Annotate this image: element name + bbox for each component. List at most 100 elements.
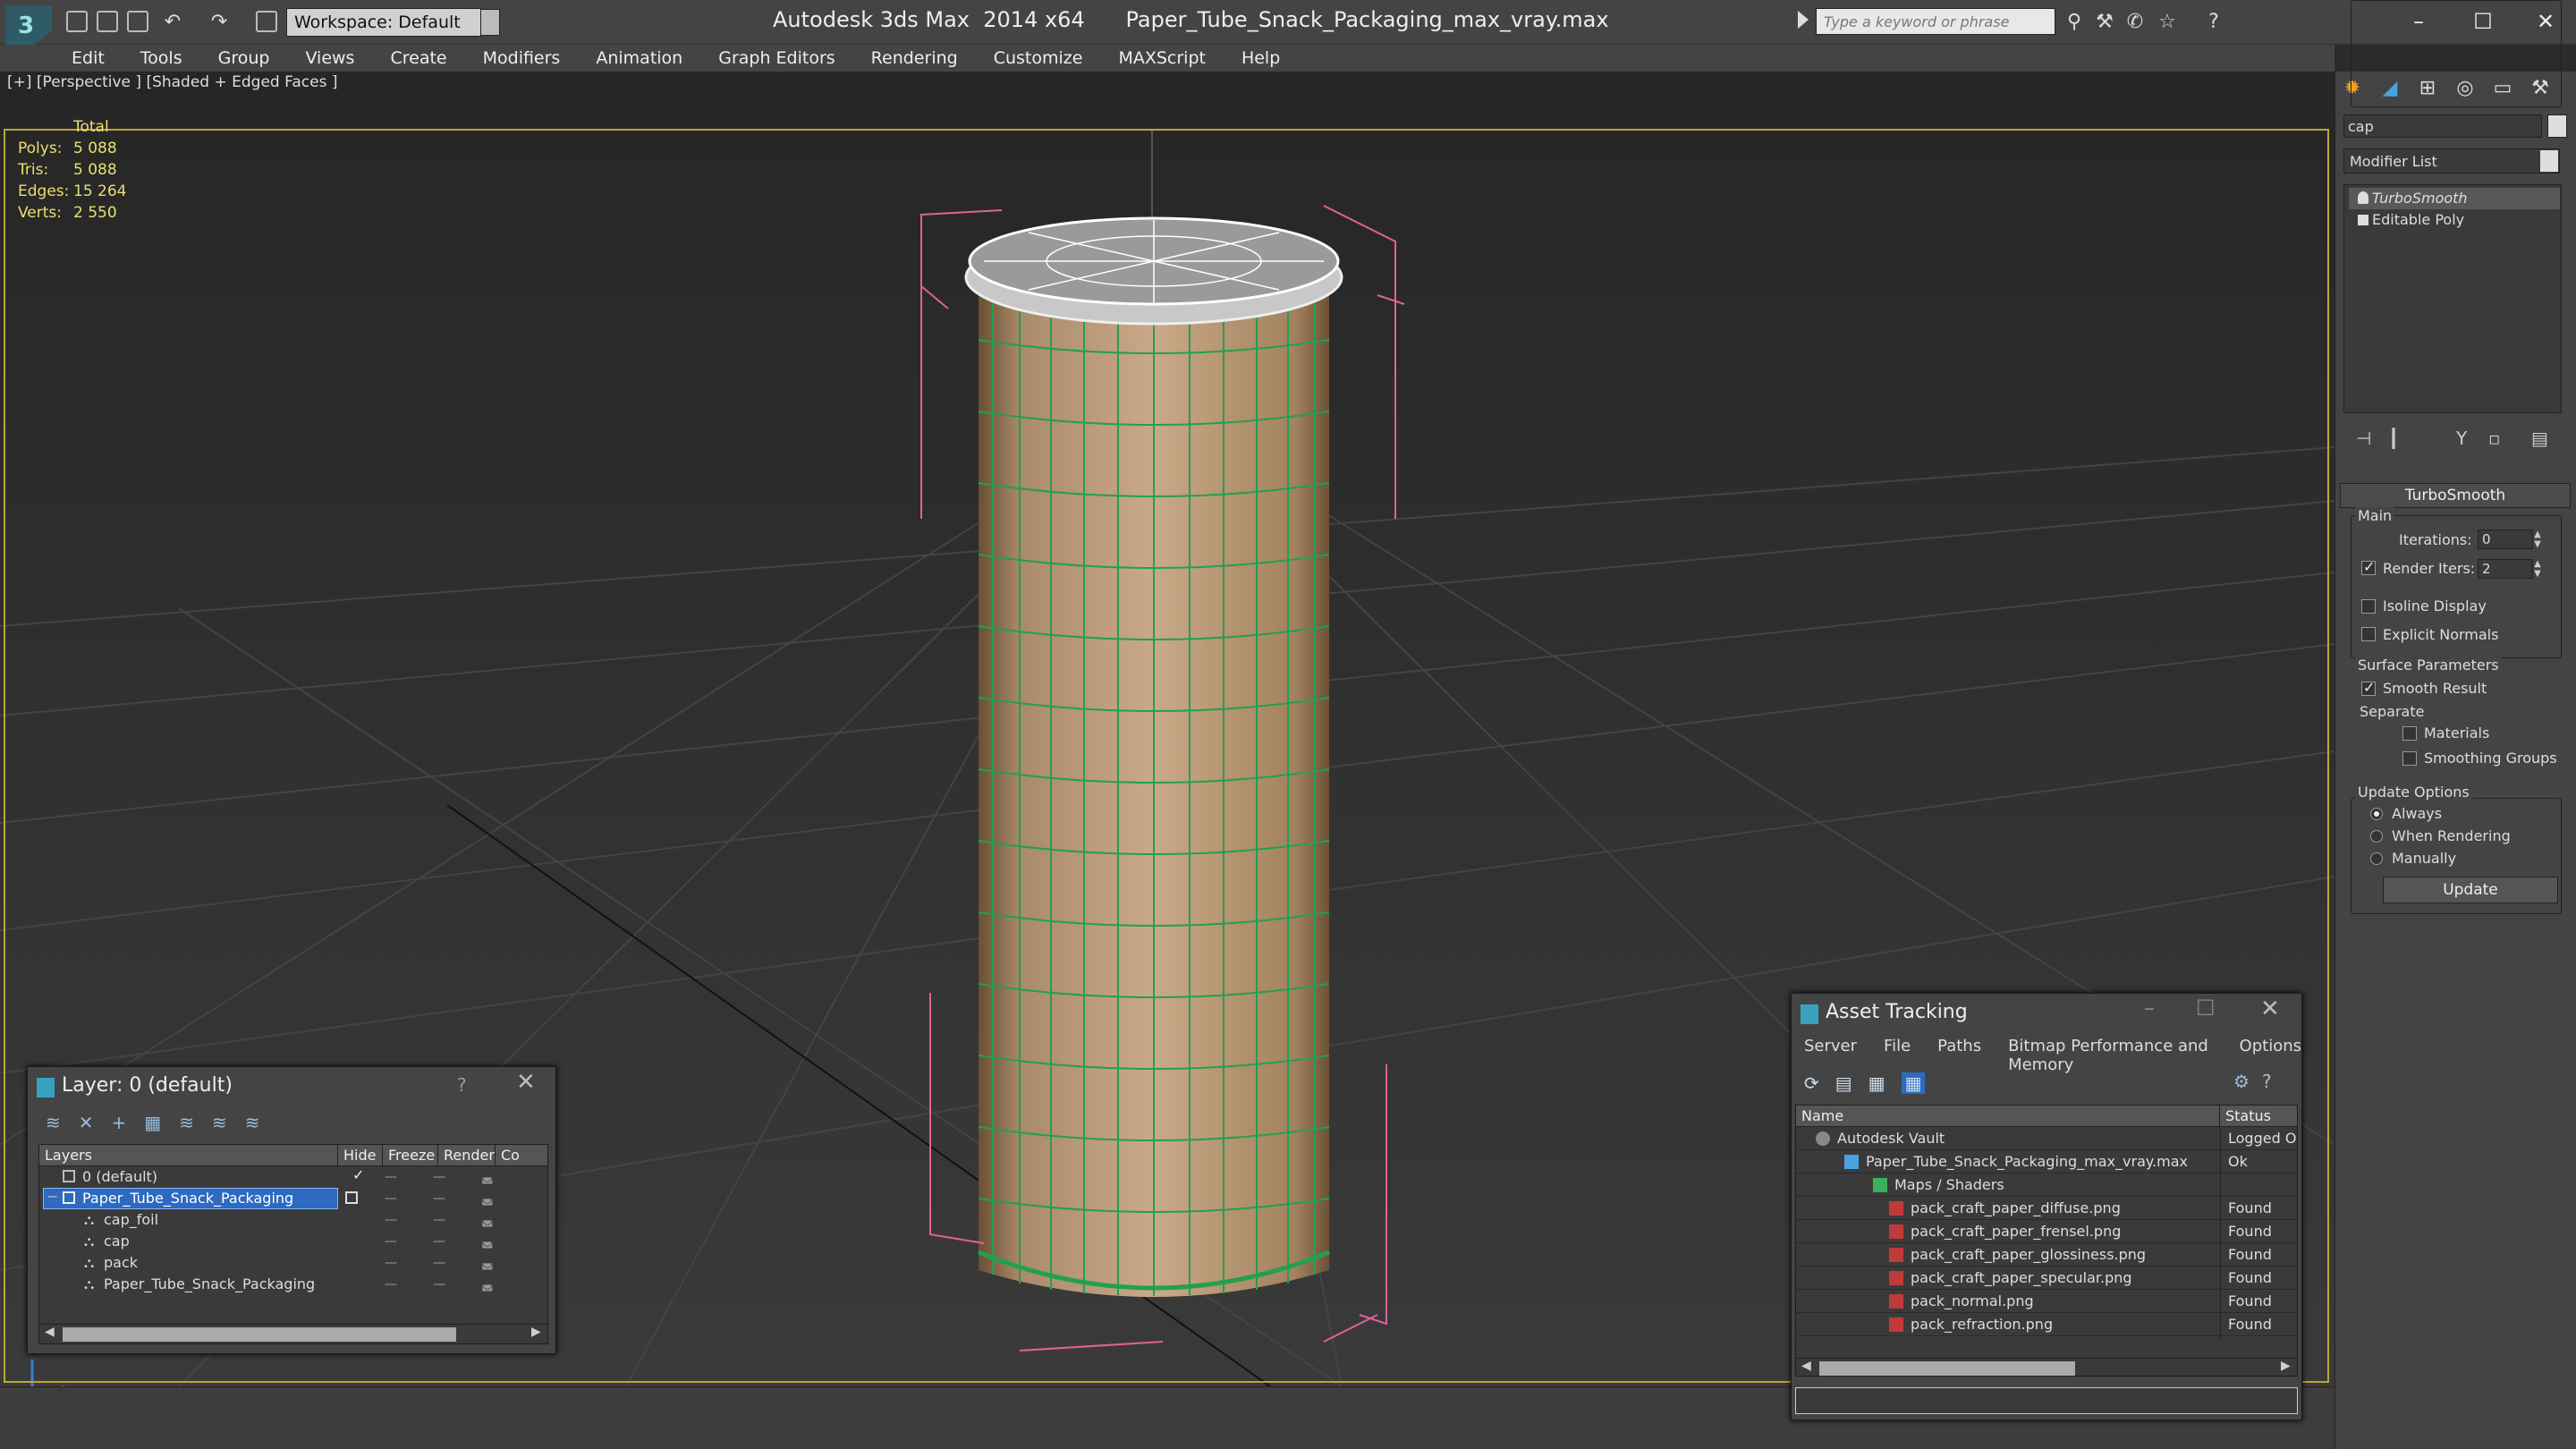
viewport-label[interactable]: [+] [Perspective ] [Shaded + Edged Faces… [7,73,337,91]
favorites-star-icon[interactable]: ☆ [2156,11,2179,34]
active-layer-check-icon[interactable]: ✓ [352,1166,364,1183]
asset-row[interactable]: pack_refraction.png Found [1796,1313,2297,1339]
help-icon[interactable]: ? [457,1074,467,1096]
column-name[interactable]: Name [1796,1106,2220,1127]
make-unique-icon[interactable]: Y [2456,428,2467,449]
column-hide[interactable]: Hide [338,1145,383,1166]
freeze-all-icon[interactable]: ≋ [245,1112,260,1139]
menu-graph-editors[interactable]: Graph Editors [718,48,835,68]
stack-item-turbosmooth[interactable]: TurboSmooth [2349,188,2560,209]
chevron-right-icon[interactable]: ▶ [531,1325,541,1339]
render-iters-checkbox[interactable] [2361,558,2376,575]
table-view-icon[interactable]: ▦ [1901,1072,1926,1094]
explicit-normals-checkbox[interactable] [2361,627,2376,641]
asset-row[interactable]: pack_craft_paper_specular.png Found [1796,1267,2297,1292]
asset-row[interactable]: pack_craft_paper_frensel.png Found [1796,1220,2297,1246]
layer-state-columns[interactable]: — — ◛ — — ◛ — — ◛ — — ◛ — — ◛ — — ◛ [379,1166,547,1295]
expand-plus-icon[interactable] [2358,215,2368,225]
close-icon[interactable]: ✕ [516,1069,536,1096]
scrollbar-thumb[interactable] [1819,1361,2075,1376]
spinner-arrows-icon[interactable]: ▲ ▼ [2531,559,2544,579]
horizontal-scrollbar[interactable]: ◀ ▶ [39,1324,547,1343]
menu-animation[interactable]: Animation [596,48,682,68]
delete-layer-icon[interactable]: ✕ [79,1112,94,1139]
asset-row[interactable]: pack_normal.png Found [1796,1290,2297,1316]
lightbulb-icon[interactable] [2358,191,2368,204]
menu-maxscript[interactable]: MAXScript [1118,48,1206,68]
smooth-result-checkbox[interactable] [2361,679,2376,696]
project-folder-icon[interactable] [256,11,277,32]
stack-item-editable-poly[interactable]: Editable Poly [2349,209,2560,231]
chevron-down-icon[interactable] [2540,150,2558,172]
asset-row[interactable]: pack_craft_paper_glossiness.png Found [1796,1243,2297,1269]
menu-modifiers[interactable]: Modifiers [483,48,561,68]
scrollbar-thumb[interactable] [63,1327,456,1342]
menu-views[interactable]: Views [305,48,354,68]
help-icon[interactable]: ? [2262,1071,2272,1092]
collapse-minus-icon[interactable]: − [47,1188,58,1205]
chevron-left-icon[interactable]: ◀ [45,1325,55,1339]
communication-icon[interactable]: ✆ [2123,11,2147,34]
close-icon[interactable]: ✕ [2260,996,2280,1022]
column-layers[interactable]: Layers [39,1145,338,1166]
chevron-left-icon[interactable]: ◀ [1801,1359,1811,1373]
menu-rendering[interactable]: Rendering [871,48,958,68]
workspace-dropdown[interactable]: Workspace: Default [286,8,500,37]
object-name-field[interactable]: cap [2343,114,2542,138]
render-iters-spinner[interactable]: 2 [2478,559,2533,579]
chevron-right-icon[interactable]: ▶ [2281,1359,2291,1373]
search-expand-icon[interactable] [1798,11,1809,29]
configure-sets-icon[interactable]: ▤ [2531,428,2548,449]
remove-modifier-icon[interactable]: ▫ [2488,428,2501,449]
turbosmooth-rollout-header[interactable]: TurboSmooth [2340,483,2571,508]
menu-customize[interactable]: Customize [994,48,1083,68]
menu-edit[interactable]: Edit [72,48,105,68]
column-status[interactable]: Status [2220,1106,2297,1127]
thumbnail-view-icon[interactable]: ▦ [1868,1072,1885,1094]
asset-row[interactable]: Paper_Tube_Snack_Packaging_max_vray.max O… [1796,1150,2297,1176]
spinner-arrows-icon[interactable]: ▲ ▼ [2531,530,2544,549]
smoothing-groups-checkbox[interactable] [2402,751,2417,766]
asset-path-field[interactable] [1795,1387,2298,1414]
when-rendering-radio[interactable] [2370,830,2383,843]
chevron-down-icon[interactable] [480,9,500,36]
menu-help[interactable]: Help [1241,48,1280,68]
help-icon[interactable]: ? [2202,11,2225,34]
isoline-display-checkbox[interactable] [2361,599,2376,614]
pin-stack-icon[interactable]: ⊣ [2356,428,2371,449]
create-layer-icon[interactable]: ≋ [46,1112,61,1139]
menu-options[interactable]: Options [2240,1037,2301,1074]
menu-create[interactable]: Create [390,48,446,68]
select-objects-icon[interactable]: ▦ [144,1112,161,1139]
search-input[interactable]: Type a keyword or phrase [1816,8,2055,35]
materials-checkbox[interactable] [2402,726,2417,741]
asset-row[interactable]: Autodesk Vault Logged O [1796,1127,2297,1153]
menu-tools[interactable]: Tools [140,48,182,68]
column-render[interactable]: Render [438,1145,496,1166]
menu-server[interactable]: Server [1804,1037,1857,1074]
menu-bitmap-performance[interactable]: Bitmap Performance and Memory [2008,1037,2212,1074]
new-file-icon[interactable] [66,11,88,32]
minimize-icon[interactable]: – [2144,996,2155,1021]
asset-row[interactable]: Maps / Shaders [1796,1174,2297,1199]
add-to-layer-icon[interactable]: + [112,1112,127,1139]
open-file-icon[interactable] [97,11,118,32]
update-button[interactable]: Update [2383,877,2558,903]
menu-paths[interactable]: Paths [1937,1037,1981,1074]
save-file-icon[interactable] [127,11,148,32]
iterations-spinner[interactable]: 0 [2478,530,2533,549]
layer-toggle-icon[interactable] [345,1191,358,1204]
modifier-list-dropdown[interactable]: Modifier List [2343,148,2560,174]
redo-icon[interactable]: ↷ [208,11,231,34]
refresh-icon[interactable]: ⟳ [1804,1072,1819,1094]
show-end-result-icon[interactable]: ┃ [2388,428,2399,449]
horizontal-scrollbar[interactable]: ◀ ▶ [1796,1358,2297,1376]
hide-all-icon[interactable]: ≋ [212,1112,227,1139]
menu-file[interactable]: File [1884,1037,1911,1074]
binoculars-icon[interactable]: ⚲ [2063,11,2086,34]
vault-connect-icon[interactable]: ⚙ [2233,1071,2250,1092]
maximize-icon[interactable]: ☐ [2196,996,2216,1021]
manually-radio[interactable] [2370,852,2383,865]
column-freeze[interactable]: Freeze [383,1145,438,1166]
column-color[interactable]: Co [496,1145,547,1166]
